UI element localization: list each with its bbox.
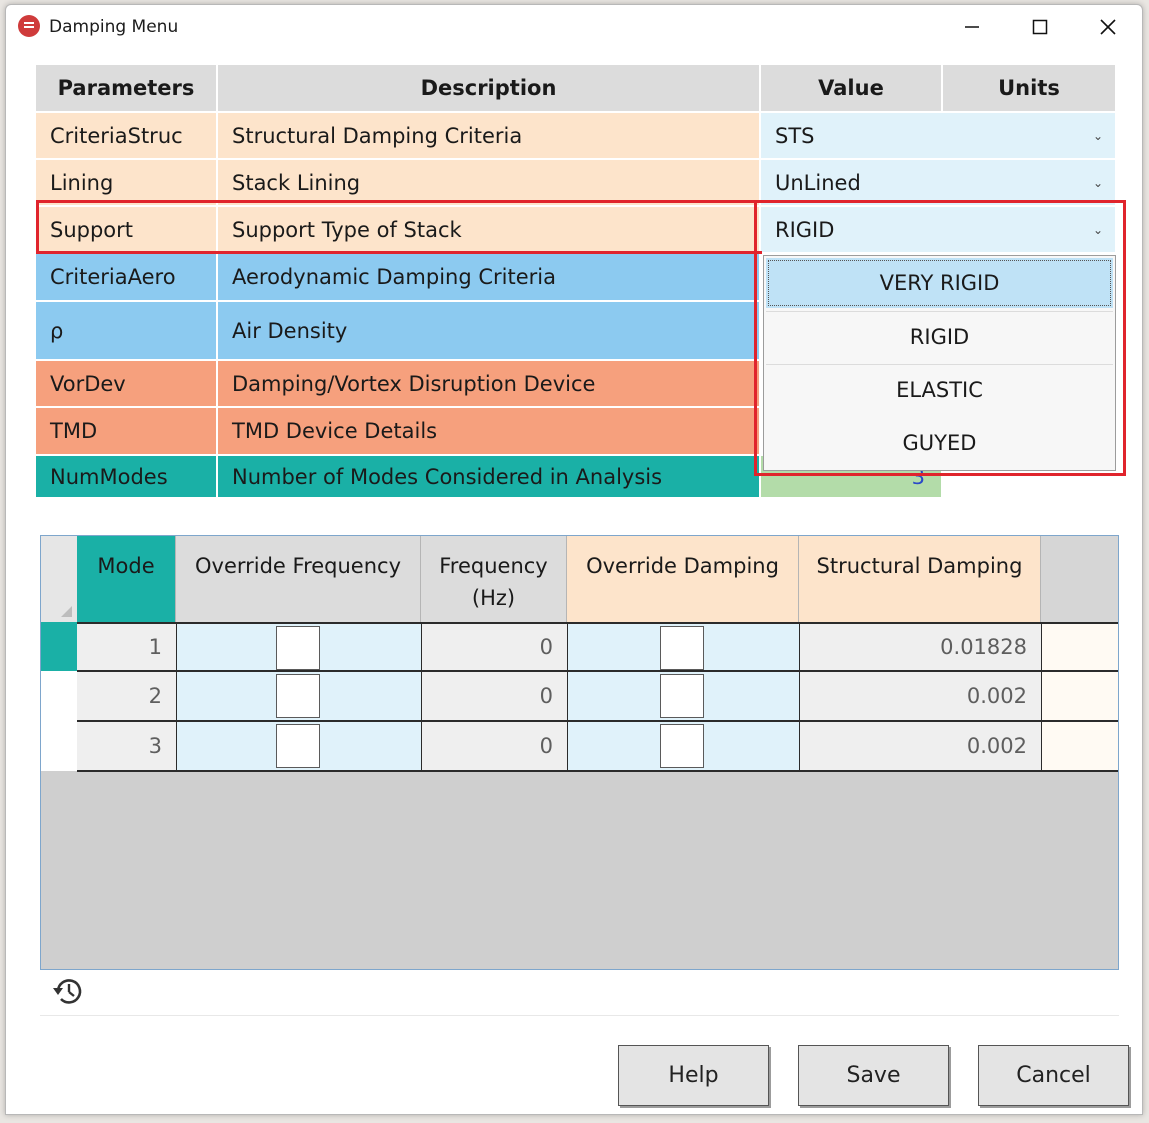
chevron-down-icon: ⌄ [1092, 128, 1103, 143]
param-name: TMD [36, 408, 218, 456]
param-description: Damping/Vortex Disruption Device [218, 361, 761, 408]
blank-cell [1041, 722, 1118, 772]
override-damping-cell [567, 622, 799, 672]
structural-damping-cell: 0.002 [799, 672, 1041, 722]
select-all-corner-icon [61, 606, 72, 617]
param-name: Support [36, 207, 218, 254]
param-description: Stack Lining [218, 160, 761, 207]
override-damping-checkbox[interactable] [660, 626, 704, 670]
override-frequency-cell [176, 672, 421, 722]
override-frequency-cell [176, 622, 421, 672]
support-dropdown-list: VERY RIGID RIGID ELASTIC GUYED [763, 255, 1116, 471]
col-header-override-frequency: Override Frequency [176, 536, 421, 622]
param-name: CriteriaStruc [36, 113, 218, 160]
close-button[interactable] [1084, 11, 1132, 43]
dropdown-option-rigid[interactable]: RIGID [766, 312, 1113, 362]
support-dropdown[interactable]: RIGID ⌄ [761, 207, 1115, 254]
damping-menu-window: Damping Menu Parameters Description Valu… [5, 4, 1143, 1115]
param-name: ρ [36, 302, 218, 361]
lining-dropdown[interactable]: UnLined ⌄ [761, 160, 1115, 207]
maximize-icon [1032, 19, 1048, 35]
structural-damping-cell: 0.002 [799, 722, 1041, 772]
param-name: CriteriaAero [36, 254, 218, 302]
dropdown-value: RIGID [775, 217, 835, 242]
param-description: TMD Device Details [218, 408, 761, 456]
param-description: Number of Modes Considered in Analysis [218, 456, 761, 499]
window-title: Damping Menu [49, 17, 179, 37]
frequency-cell: 0 [421, 672, 567, 722]
param-description: Structural Damping Criteria [218, 113, 761, 160]
row-selector[interactable] [41, 671, 77, 771]
header-parameters: Parameters [36, 65, 218, 113]
chevron-down-icon: ⌄ [1092, 175, 1103, 190]
mode-cell: 3 [77, 722, 176, 772]
col-header-override-damping: Override Damping [567, 536, 799, 622]
blank-cell [1041, 622, 1118, 672]
modes-grid: Mode Override Frequency Frequency (Hz) O… [40, 535, 1119, 970]
maximize-button[interactable] [1016, 11, 1064, 43]
title-bar: Damping Menu [6, 5, 1142, 49]
chevron-down-icon: ⌄ [1092, 222, 1103, 237]
minimize-button[interactable] [948, 11, 996, 43]
mode-cell: 2 [77, 672, 176, 722]
param-name: VorDev [36, 361, 218, 408]
override-frequency-checkbox[interactable] [276, 674, 320, 718]
header-value: Value [761, 65, 943, 113]
override-damping-cell [567, 722, 799, 772]
param-description: Support Type of Stack [218, 207, 761, 254]
close-icon [1100, 19, 1116, 35]
override-frequency-checkbox[interactable] [276, 626, 320, 670]
footer-divider [40, 1015, 1119, 1016]
app-logo-icon [18, 15, 40, 37]
param-description: Aerodynamic Damping Criteria [218, 254, 761, 302]
override-frequency-checkbox[interactable] [276, 724, 320, 768]
save-button[interactable]: Save [798, 1045, 949, 1106]
col-header-mode: Mode [77, 536, 176, 622]
dropdown-option-elastic[interactable]: ELASTIC [766, 365, 1113, 415]
col-header-blank [1041, 536, 1118, 622]
blank-cell [1041, 672, 1118, 722]
param-name: NumModes [36, 456, 218, 499]
criteria-struc-dropdown[interactable]: STS ⌄ [761, 113, 1115, 160]
col-header-frequency-line1: Frequency [439, 554, 548, 578]
structural-damping-cell: 0.01828 [799, 622, 1041, 672]
history-icon[interactable] [50, 973, 86, 1009]
override-damping-checkbox[interactable] [660, 674, 704, 718]
override-damping-checkbox[interactable] [660, 724, 704, 768]
col-header-frequency-line2: (Hz) [471, 586, 516, 610]
dropdown-option-guyed[interactable]: GUYED [766, 418, 1113, 468]
help-button[interactable]: Help [618, 1045, 769, 1106]
row-selector-current[interactable] [41, 622, 77, 671]
param-name: Lining [36, 160, 218, 207]
col-header-frequency: Frequency (Hz) [421, 536, 567, 622]
frequency-cell: 0 [421, 722, 567, 772]
minimize-icon [965, 26, 979, 28]
frequency-cell: 0 [421, 622, 567, 672]
dropdown-value: STS [775, 123, 815, 148]
dropdown-value: UnLined [775, 170, 861, 195]
mode-cell: 1 [77, 622, 176, 672]
override-frequency-cell [176, 722, 421, 772]
header-description: Description [218, 65, 761, 113]
param-description: Air Density [218, 302, 761, 361]
dropdown-option-very-rigid[interactable]: VERY RIGID [766, 258, 1113, 308]
col-header-structural-damping: Structural Damping [799, 536, 1041, 622]
grid-corner [41, 536, 77, 622]
cancel-button[interactable]: Cancel [978, 1045, 1129, 1106]
override-damping-cell [567, 672, 799, 722]
header-units: Units [943, 65, 1115, 113]
